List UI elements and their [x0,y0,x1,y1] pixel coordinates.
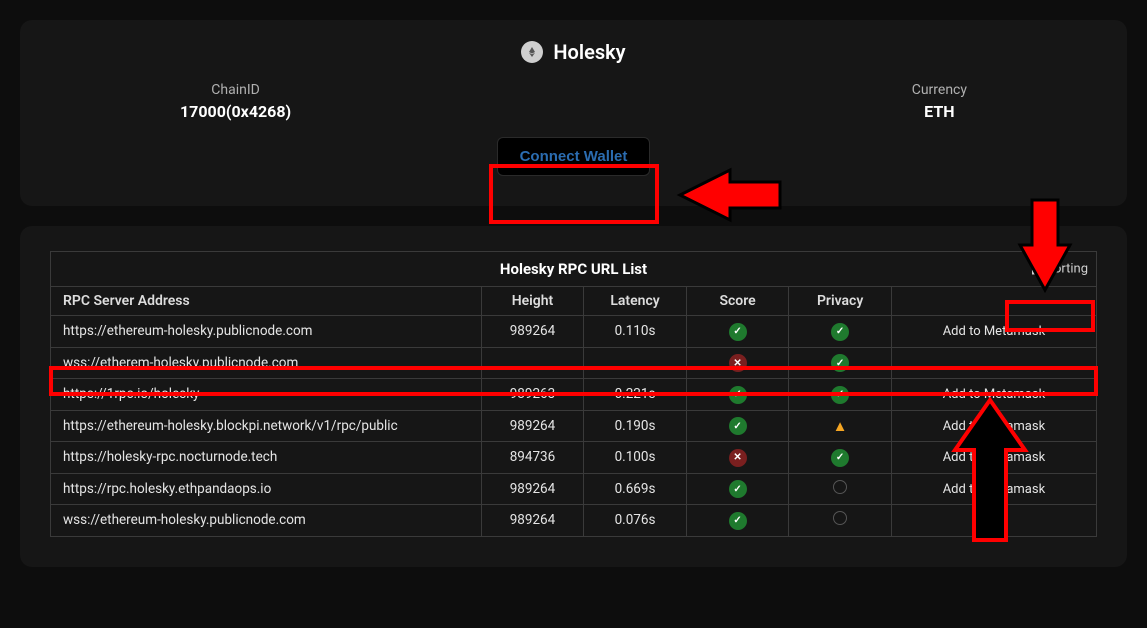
rpc-score: ✕ [686,347,789,379]
pause-icon [1032,264,1040,275]
currency-value: ETH [912,102,967,121]
rpc-action[interactable]: Add to Metamask [891,473,1096,505]
table-row: https://holesky-rpc.nocturnode.tech89473… [51,442,1097,474]
add-to-metamask-link[interactable]: Add to Metamask [943,324,1045,339]
col-address[interactable]: RPC Server Address [51,287,482,316]
rpc-score: ✓ [686,316,789,348]
privacy-ok-icon: ✓ [831,354,849,372]
sorting-label: Sorting [1046,262,1088,277]
rpc-table: Holesky RPC URL List Sorting RPC Server … [50,251,1097,537]
table-row: https://ethereum-holesky.blockpi.network… [51,410,1097,442]
col-latency[interactable]: Latency [584,287,687,316]
table-title-cell: Holesky RPC URL List Sorting [51,252,1097,287]
rpc-address[interactable]: https://ethereum-holesky.publicnode.com [51,316,482,348]
rpc-latency: 0.669s [584,473,687,505]
rpc-action[interactable]: Add to Metamask [891,442,1096,474]
ethereum-icon [521,41,543,63]
privacy-ok-icon: ✓ [831,323,849,341]
score-ok-icon: ✓ [729,386,747,404]
rpc-action [891,347,1096,379]
chain-header-card: Holesky ChainID 17000(0x4268) Currency E… [20,20,1127,206]
col-action [891,287,1096,316]
rpc-height: 989264 [481,410,584,442]
rpc-latency: 0.100s [584,442,687,474]
rpc-privacy [789,473,892,505]
add-to-metamask-link[interactable]: Add to Metamask [943,419,1045,434]
table-row: wss://etherem-holesky.publicnode.com ✕ ✓ [51,347,1097,379]
currency-group: Currency ETH [912,82,967,121]
chain-title-row: Holesky [50,40,1097,64]
privacy-none-icon [833,511,847,525]
rpc-privacy: ▲ [789,410,892,442]
chain-meta-row: ChainID 17000(0x4268) Currency ETH [50,82,1097,121]
rpc-address[interactable]: https://1rpc.io/holesky [51,379,482,411]
rpc-address[interactable]: https://holesky-rpc.nocturnode.tech [51,442,482,474]
score-ok-icon: ✓ [729,323,747,341]
privacy-ok-icon: ✓ [831,449,849,467]
rpc-latency: 0.190s [584,410,687,442]
privacy-none-icon [833,480,847,494]
rpc-score: ✓ [686,505,789,537]
col-score[interactable]: Score [686,287,789,316]
privacy-ok-icon: ✓ [831,386,849,404]
add-to-metamask-link[interactable]: Add to Metamask [943,387,1045,402]
add-to-metamask-link[interactable]: Add to Metamask [943,482,1045,497]
rpc-action [891,505,1096,537]
rpc-latency: 0.221s [584,379,687,411]
chainid-group: ChainID 17000(0x4268) [180,82,291,121]
score-ok-icon: ✓ [729,480,747,498]
table-row: https://ethereum-holesky.publicnode.com9… [51,316,1097,348]
score-ok-icon: ✓ [729,512,747,530]
rpc-privacy: ✓ [789,316,892,348]
rpc-height [481,347,584,379]
rpc-privacy [789,505,892,537]
rpc-action[interactable]: Add to Metamask [891,316,1096,348]
rpc-address[interactable]: wss://etherem-holesky.publicnode.com [51,347,482,379]
table-row: wss://ethereum-holesky.publicnode.com989… [51,505,1097,537]
connect-wallet-button[interactable]: Connect Wallet [497,137,651,176]
rpc-height: 894736 [481,442,584,474]
rpc-height: 989264 [481,316,584,348]
currency-label: Currency [912,82,967,98]
rpc-height: 989264 [481,505,584,537]
rpc-privacy: ✓ [789,379,892,411]
table-row: https://rpc.holesky.ethpandaops.io989264… [51,473,1097,505]
chainid-value: 17000(0x4268) [180,102,291,121]
score-fail-icon: ✕ [729,449,747,467]
rpc-height: 989263 [481,379,584,411]
col-privacy[interactable]: Privacy [789,287,892,316]
table-title: Holesky RPC URL List [500,260,647,278]
rpc-score: ✓ [686,473,789,505]
add-to-metamask-link[interactable]: Add to Metamask [943,450,1045,465]
rpc-action[interactable]: Add to Metamask [891,410,1096,442]
chain-title: Holesky [553,40,625,64]
rpc-privacy: ✓ [789,442,892,474]
rpc-score: ✓ [686,410,789,442]
rpc-address[interactable]: https://ethereum-holesky.blockpi.network… [51,410,482,442]
table-header-row: RPC Server Address Height Latency Score … [51,287,1097,316]
score-ok-icon: ✓ [729,417,747,435]
col-height[interactable]: Height [481,287,584,316]
rpc-latency: 0.076s [584,505,687,537]
rpc-table-card: Holesky RPC URL List Sorting RPC Server … [20,226,1127,567]
rpc-privacy: ✓ [789,347,892,379]
rpc-address[interactable]: https://rpc.holesky.ethpandaops.io [51,473,482,505]
rpc-action[interactable]: Add to Metamask [891,379,1096,411]
rpc-latency [584,347,687,379]
rpc-latency: 0.110s [584,316,687,348]
rpc-height: 989264 [481,473,584,505]
rpc-score: ✓ [686,379,789,411]
rpc-score: ✕ [686,442,789,474]
score-fail-icon: ✕ [729,354,747,372]
chainid-label: ChainID [180,82,291,98]
table-row: https://1rpc.io/holesky9892630.221s ✓ ✓ Add… [51,379,1097,411]
privacy-warn-icon: ▲ [831,417,849,435]
sorting-toggle[interactable]: Sorting [1032,262,1088,277]
rpc-address[interactable]: wss://ethereum-holesky.publicnode.com [51,505,482,537]
